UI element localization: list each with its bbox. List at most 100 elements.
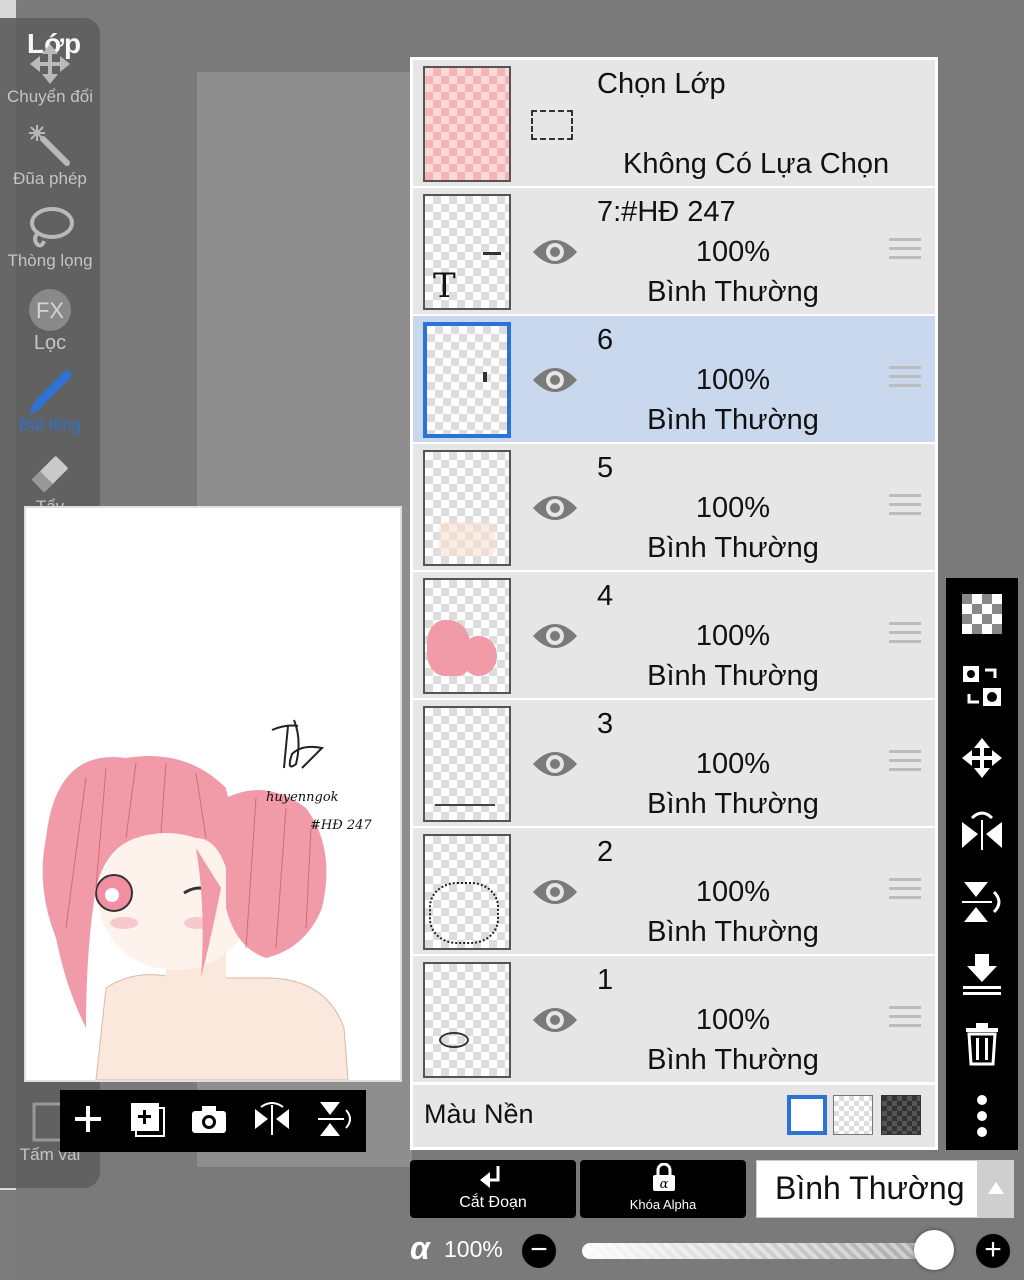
tool-label: Thòng lọng: [7, 251, 93, 270]
more-options-icon[interactable]: [946, 1086, 1018, 1146]
transparent-background-swatch[interactable]: [833, 1095, 873, 1135]
tool-lasso[interactable]: Thòng lọng: [0, 204, 100, 270]
layer-thumbnail: [423, 450, 511, 566]
flip-vertical-icon[interactable]: [316, 1100, 354, 1143]
clipping-label: Cắt Đoạn: [459, 1194, 527, 1211]
tool-transform[interactable]: Chuyển đổi: [0, 40, 100, 106]
layer-row[interactable]: T 7:#HĐ 247 100% Bình Thường: [413, 188, 935, 316]
layer-name: 5: [597, 452, 614, 484]
layer-name: 4: [597, 580, 614, 612]
transparency-icon[interactable]: [946, 584, 1018, 644]
chevron-up-icon: [988, 1182, 1004, 1194]
layer-row[interactable]: 2 100% Bình Thường: [413, 828, 935, 956]
drag-handle-icon[interactable]: [889, 622, 921, 648]
delete-layer-icon[interactable]: [946, 1014, 1018, 1074]
tool-brush[interactable]: Bút lông: [0, 368, 100, 434]
layer-thumbnail: T: [423, 194, 511, 310]
blend-mode-dropdown[interactable]: [978, 1160, 1014, 1218]
svg-text:FX: FX: [36, 298, 64, 323]
eraser-icon: [0, 450, 100, 498]
layer-thumbnail: [423, 322, 511, 438]
layer-row[interactable]: 5 100% Bình Thường: [413, 444, 935, 572]
drag-handle-icon[interactable]: [889, 238, 921, 264]
eye-visibility-icon[interactable]: [531, 362, 579, 398]
eye-visibility-icon[interactable]: [531, 490, 579, 526]
layer-blend-mode: Bình Thường: [647, 276, 819, 308]
layer-blend-mode: Bình Thường: [647, 1044, 819, 1076]
background-color-row: Màu Nền: [413, 1085, 935, 1147]
layer-thumbnail: [423, 578, 511, 694]
drag-handle-icon[interactable]: [889, 878, 921, 904]
layer-opacity: 100%: [695, 876, 771, 908]
selection-layer-row[interactable]: Chọn Lớp Không Có Lựa Chọn: [413, 60, 935, 188]
blend-mode-select[interactable]: Bình Thường: [756, 1160, 978, 1218]
layer-opacity: 100%: [695, 620, 771, 652]
lasso-icon: [0, 204, 100, 252]
move-arrows-icon: [0, 40, 100, 88]
add-layer-icon[interactable]: [72, 1103, 104, 1140]
opacity-value: 100%: [444, 1236, 503, 1262]
brush-icon: [0, 368, 100, 416]
add-image-layer-icon[interactable]: [129, 1101, 166, 1142]
signature-text: huyenngok: [266, 790, 339, 805]
tool-magic-wand[interactable]: Đũa phép: [0, 122, 100, 188]
layer-opacity: 100%: [695, 1004, 771, 1036]
merge-down-icon[interactable]: [946, 944, 1018, 1004]
layer-actions-bar: [60, 1090, 366, 1152]
layer-blend-mode: Bình Thường: [647, 660, 819, 692]
eye-visibility-icon[interactable]: [531, 234, 579, 270]
layer-panel: Chọn Lớp Không Có Lựa Chọn T 7:#HĐ 247 100…: [410, 57, 938, 1150]
move-layer-icon[interactable]: [946, 728, 1018, 788]
eye-visibility-icon[interactable]: [531, 1002, 579, 1038]
clipping-button[interactable]: Cắt Đoạn: [410, 1160, 576, 1218]
layer-row[interactable]: 1 100% Bình Thường: [413, 956, 935, 1084]
layer-row[interactable]: 4 100% Bình Thường: [413, 572, 935, 700]
opacity-slider[interactable]: [582, 1243, 936, 1259]
drag-handle-icon[interactable]: [889, 366, 921, 392]
eye-visibility-icon[interactable]: [531, 746, 579, 782]
eye-visibility-icon[interactable]: [531, 618, 579, 654]
magic-wand-icon: [0, 122, 100, 170]
flip-layer-vertical-icon[interactable]: [946, 872, 1018, 932]
tool-label: Lọc: [33, 332, 67, 354]
drag-handle-icon[interactable]: [889, 494, 921, 520]
opacity-decrease-button[interactable]: −: [520, 1232, 558, 1270]
layer-thumbnail: [423, 706, 511, 822]
opacity-increase-button[interactable]: +: [974, 1232, 1012, 1270]
opacity-slider-knob[interactable]: [914, 1230, 954, 1270]
alpha-lock-label: Khóa Alpha: [629, 1197, 697, 1212]
layer-tools-bar: [946, 578, 1018, 1150]
clip-arrow-icon: [480, 1166, 500, 1188]
layer-row[interactable]: 3 100% Bình Thường: [413, 700, 935, 828]
drag-handle-icon[interactable]: [889, 1006, 921, 1032]
flip-layer-horizontal-icon[interactable]: [946, 800, 1018, 860]
eye-visibility-icon[interactable]: [531, 874, 579, 910]
camera-icon[interactable]: [190, 1103, 228, 1140]
layer-name: 1: [597, 964, 614, 996]
layer-thumbnail: [423, 962, 511, 1078]
flip-horizontal-icon[interactable]: [253, 1101, 291, 1142]
dark-background-swatch[interactable]: [881, 1095, 921, 1135]
swap-layer-icon[interactable]: [946, 656, 1018, 716]
layer-blend-mode: Bình Thường: [647, 916, 819, 948]
canvas-preview[interactable]: huyenngok #HĐ 247: [24, 506, 402, 1082]
drag-handle-icon[interactable]: [889, 750, 921, 776]
svg-text:α: α: [660, 1177, 669, 1192]
tool-filter[interactable]: FX Lọc: [0, 286, 100, 354]
selection-title: Chọn Lớp: [597, 68, 726, 100]
lock-icon: α: [653, 1163, 675, 1192]
white-background-swatch[interactable]: [787, 1095, 827, 1135]
layer-name: 7:#HĐ 247: [597, 196, 736, 228]
layer-opacity: 100%: [695, 364, 771, 396]
layer-opacity: 100%: [695, 748, 771, 780]
blend-mode-value: Bình Thường: [775, 1170, 965, 1206]
background-color-label: Màu Nền: [424, 1099, 534, 1129]
layer-opacity: 100%: [695, 236, 771, 268]
layer-name: 2: [597, 836, 614, 868]
tool-label: Bút lông: [18, 415, 82, 434]
layer-row[interactable]: 6 100% Bình Thường: [413, 316, 935, 444]
alpha-lock-button[interactable]: α Khóa Alpha: [580, 1160, 746, 1218]
selection-thumbnail: [423, 66, 511, 182]
layer-thumbnail: [423, 834, 511, 950]
layer-name: 6: [597, 324, 614, 356]
